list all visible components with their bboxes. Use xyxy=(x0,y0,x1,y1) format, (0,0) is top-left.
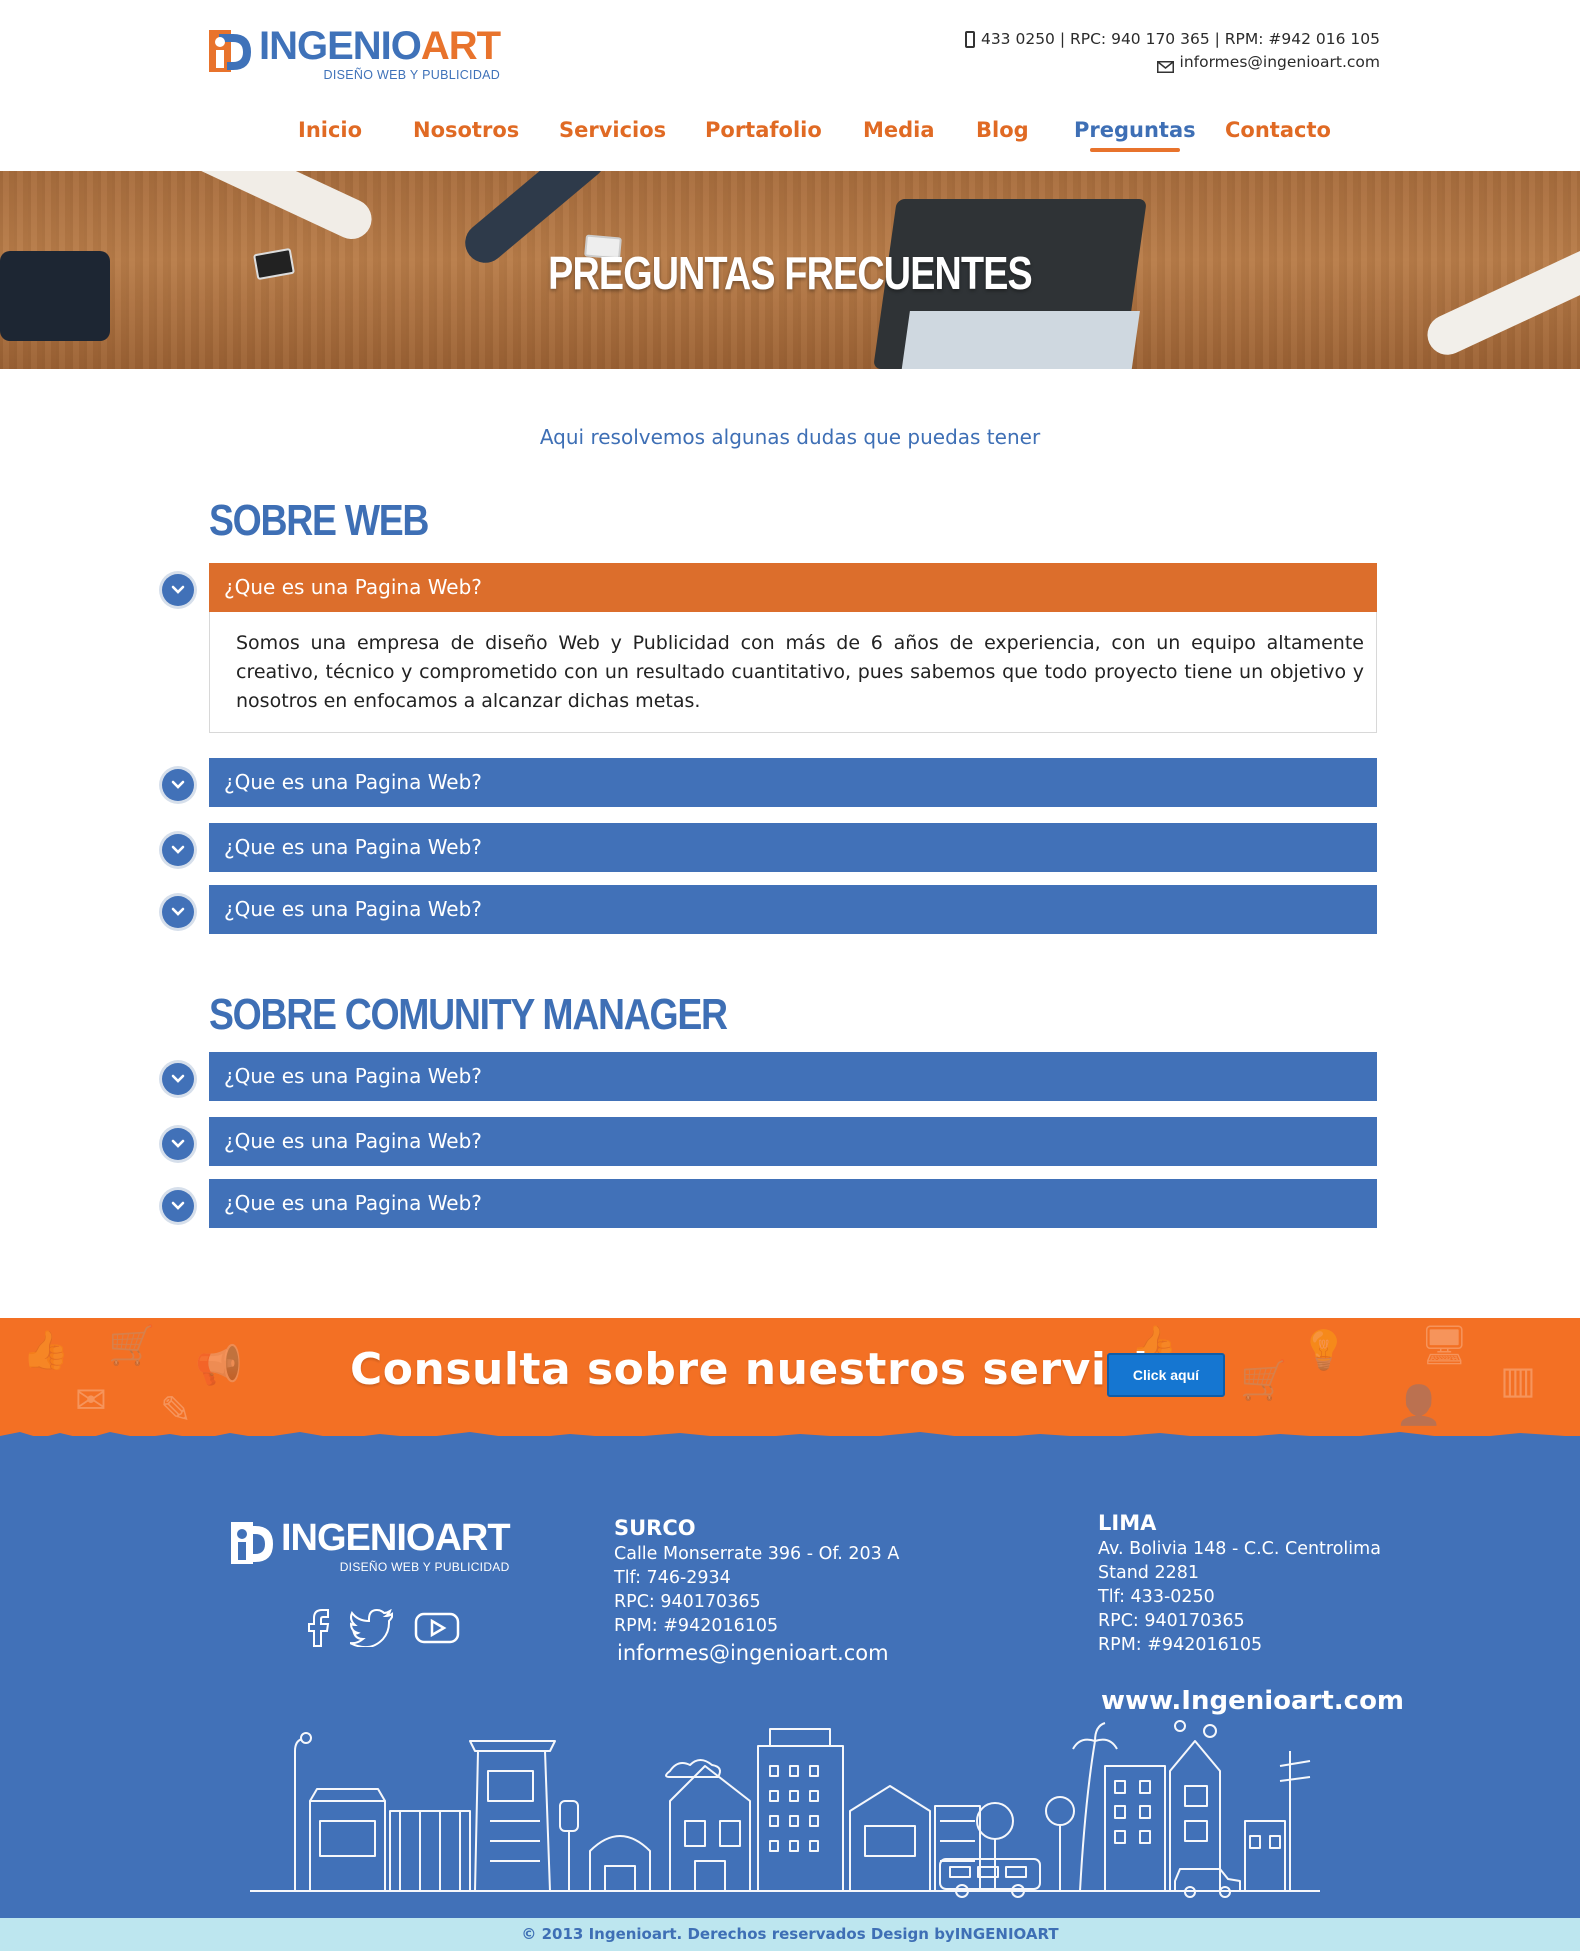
office-phone: Tlf: 746-2934 xyxy=(614,1568,731,1588)
facebook-icon[interactable] xyxy=(306,1608,330,1648)
footer-logo-tagline: DISEÑO WEB Y PUBLICIDAD xyxy=(339,1560,510,1574)
lightbulb-icon: 💡 xyxy=(1300,1328,1348,1372)
hero-photo-detail xyxy=(1420,240,1580,362)
office-rpc: RPC: 940170365 xyxy=(1098,1611,1245,1631)
faq-item: ¿Que es una Pagina Web? xyxy=(162,1117,1377,1166)
header-contact: 433 0250 | RPC: 940 170 365 | RPM: #942 … xyxy=(964,28,1380,74)
nav-servicios[interactable]: Servicios xyxy=(559,118,666,142)
nav-blog[interactable]: Blog xyxy=(976,118,1029,142)
header-phone-numbers: 433 0250 | RPC: 940 170 365 | RPM: #942 … xyxy=(980,30,1380,48)
mobile-phone-icon xyxy=(964,31,975,48)
youtube-icon[interactable] xyxy=(414,1612,460,1644)
office-rpm: RPM: #942016105 xyxy=(1098,1635,1263,1655)
main-nav: Inicio Nosotros Servicios Portafolio Med… xyxy=(0,118,1580,158)
logo-tagline: DISEÑO WEB Y PUBLICIDAD xyxy=(323,68,501,82)
torn-edge-divider xyxy=(0,1432,1580,1446)
city-skyline-illustration xyxy=(250,1720,1320,1898)
cta-banner: 👍 🛒 ✉ 📢 ✎ 👍 🛒 💡 🖥 ▥ 👤 Consulta sobre nue… xyxy=(0,1318,1580,1436)
faq-item: ¿Que es una Pagina Web? xyxy=(162,885,1377,934)
bar-chart-icon: ▥ xyxy=(1500,1358,1536,1402)
faq-question[interactable]: ¿Que es una Pagina Web? xyxy=(209,885,1377,934)
cart-icon: 🛒 xyxy=(1240,1358,1288,1402)
faq-item: ¿Que es una Pagina Web? xyxy=(162,1179,1377,1228)
office-address: Calle Monserrate 396 - Of. 203 A xyxy=(614,1544,900,1564)
faq-question[interactable]: ¿Que es una Pagina Web? xyxy=(209,1117,1377,1166)
header-email-link[interactable]: informes@ingenioart.com xyxy=(1180,51,1380,74)
faq-question[interactable]: ¿Que es una Pagina Web? xyxy=(209,823,1377,872)
faq-question[interactable]: ¿Que es una Pagina Web? xyxy=(209,563,1377,612)
user-icon: 👤 xyxy=(1395,1383,1443,1427)
chevron-down-icon[interactable] xyxy=(162,574,194,606)
section-title-community-manager: SOBRE COMUNITY MANAGER xyxy=(209,990,728,1039)
envelope-icon xyxy=(1156,57,1174,73)
nav-nosotros[interactable]: Nosotros xyxy=(413,118,519,142)
site-footer: INGENIOART DISEÑO WEB Y PUBLICIDAD SURCO… xyxy=(0,1432,1580,1918)
chevron-down-icon[interactable] xyxy=(162,1190,194,1222)
office-lima: LIMA Av. Bolivia 148 - C.C. Centrolima S… xyxy=(1098,1509,1381,1657)
office-name: SURCO xyxy=(614,1516,696,1540)
monitor-icon: 🖥 xyxy=(1420,1323,1469,1367)
logo-mark-icon xyxy=(209,26,255,76)
hero-photo-detail xyxy=(0,251,110,341)
hero-photo-detail xyxy=(900,311,1140,369)
nav-preguntas[interactable]: Preguntas xyxy=(1074,118,1196,152)
twitter-icon[interactable] xyxy=(350,1609,394,1647)
thumbs-up-icon: 👍 xyxy=(22,1328,70,1372)
nav-contacto[interactable]: Contacto xyxy=(1225,118,1331,142)
footer-logo-name: INGENIOART xyxy=(281,1517,511,1559)
nav-inicio[interactable]: Inicio xyxy=(298,118,362,142)
chevron-down-icon[interactable] xyxy=(162,1063,194,1095)
chevron-down-icon[interactable] xyxy=(162,1128,194,1160)
copyright-bar: © 2013 Ingenioart. Derechos reservados D… xyxy=(0,1918,1580,1951)
envelope-icon: ✉ xyxy=(75,1378,107,1422)
faq-item: ¿Que es una Pagina Web? xyxy=(162,823,1377,872)
nav-media[interactable]: Media xyxy=(863,118,935,142)
office-surco: SURCO Calle Monserrate 396 - Of. 203 A T… xyxy=(614,1514,899,1668)
footer-logo[interactable]: INGENIOART DISEÑO WEB Y PUBLICIDAD xyxy=(231,1517,511,1574)
office-rpc: RPC: 940170365 xyxy=(614,1592,761,1612)
megaphone-icon: 📢 xyxy=(195,1343,243,1387)
office-rpm: RPM: #942016105 xyxy=(614,1616,779,1636)
site-header: INGENIOART DISEÑO WEB Y PUBLICIDAD 433 0… xyxy=(0,0,1580,171)
logo-name: INGENIOART xyxy=(259,24,501,68)
cta-heading: Consulta sobre nuestros servicios xyxy=(350,1344,1206,1395)
faq-question[interactable]: ¿Que es una Pagina Web? xyxy=(209,758,1377,807)
faq-item: ¿Que es una Pagina Web? xyxy=(162,758,1377,807)
chevron-down-icon[interactable] xyxy=(162,834,194,866)
office-phone: Tlf: 433-0250 xyxy=(1098,1587,1215,1607)
site-logo[interactable]: INGENIOART DISEÑO WEB Y PUBLICIDAD xyxy=(209,24,501,82)
faq-question[interactable]: ¿Que es una Pagina Web? xyxy=(209,1052,1377,1101)
nav-portafolio[interactable]: Portafolio xyxy=(705,118,822,142)
faq-item-open: ¿Que es una Pagina Web? Somos una empres… xyxy=(162,563,1377,733)
office-stand: Stand 2281 xyxy=(1098,1563,1199,1583)
hero-photo-detail xyxy=(161,171,379,246)
social-links xyxy=(306,1608,460,1648)
faq-answer: Somos una empresa de diseño Web y Public… xyxy=(209,612,1377,733)
chevron-down-icon[interactable] xyxy=(162,769,194,801)
hero-banner: PREGUNTAS FRECUENTES xyxy=(0,171,1580,369)
chevron-down-icon[interactable] xyxy=(162,896,194,928)
office-address: Av. Bolivia 148 - C.C. Centrolima xyxy=(1098,1539,1381,1559)
footer-email-link[interactable]: informes@ingenioart.com xyxy=(617,1638,899,1668)
section-title-web: SOBRE WEB xyxy=(209,496,429,545)
office-name: LIMA xyxy=(1098,1511,1157,1535)
click-here-button[interactable]: Click aquí xyxy=(1107,1353,1225,1397)
logo-mark-icon xyxy=(231,1518,277,1568)
faq-intro-text: Aqui resolvemos algunas dudas que puedas… xyxy=(539,425,1041,449)
page-title: PREGUNTAS FRECUENTES xyxy=(548,247,1033,299)
cart-icon: 🛒 xyxy=(108,1323,156,1367)
faq-item: ¿Que es una Pagina Web? xyxy=(162,1052,1377,1101)
faq-question[interactable]: ¿Que es una Pagina Web? xyxy=(209,1179,1377,1228)
